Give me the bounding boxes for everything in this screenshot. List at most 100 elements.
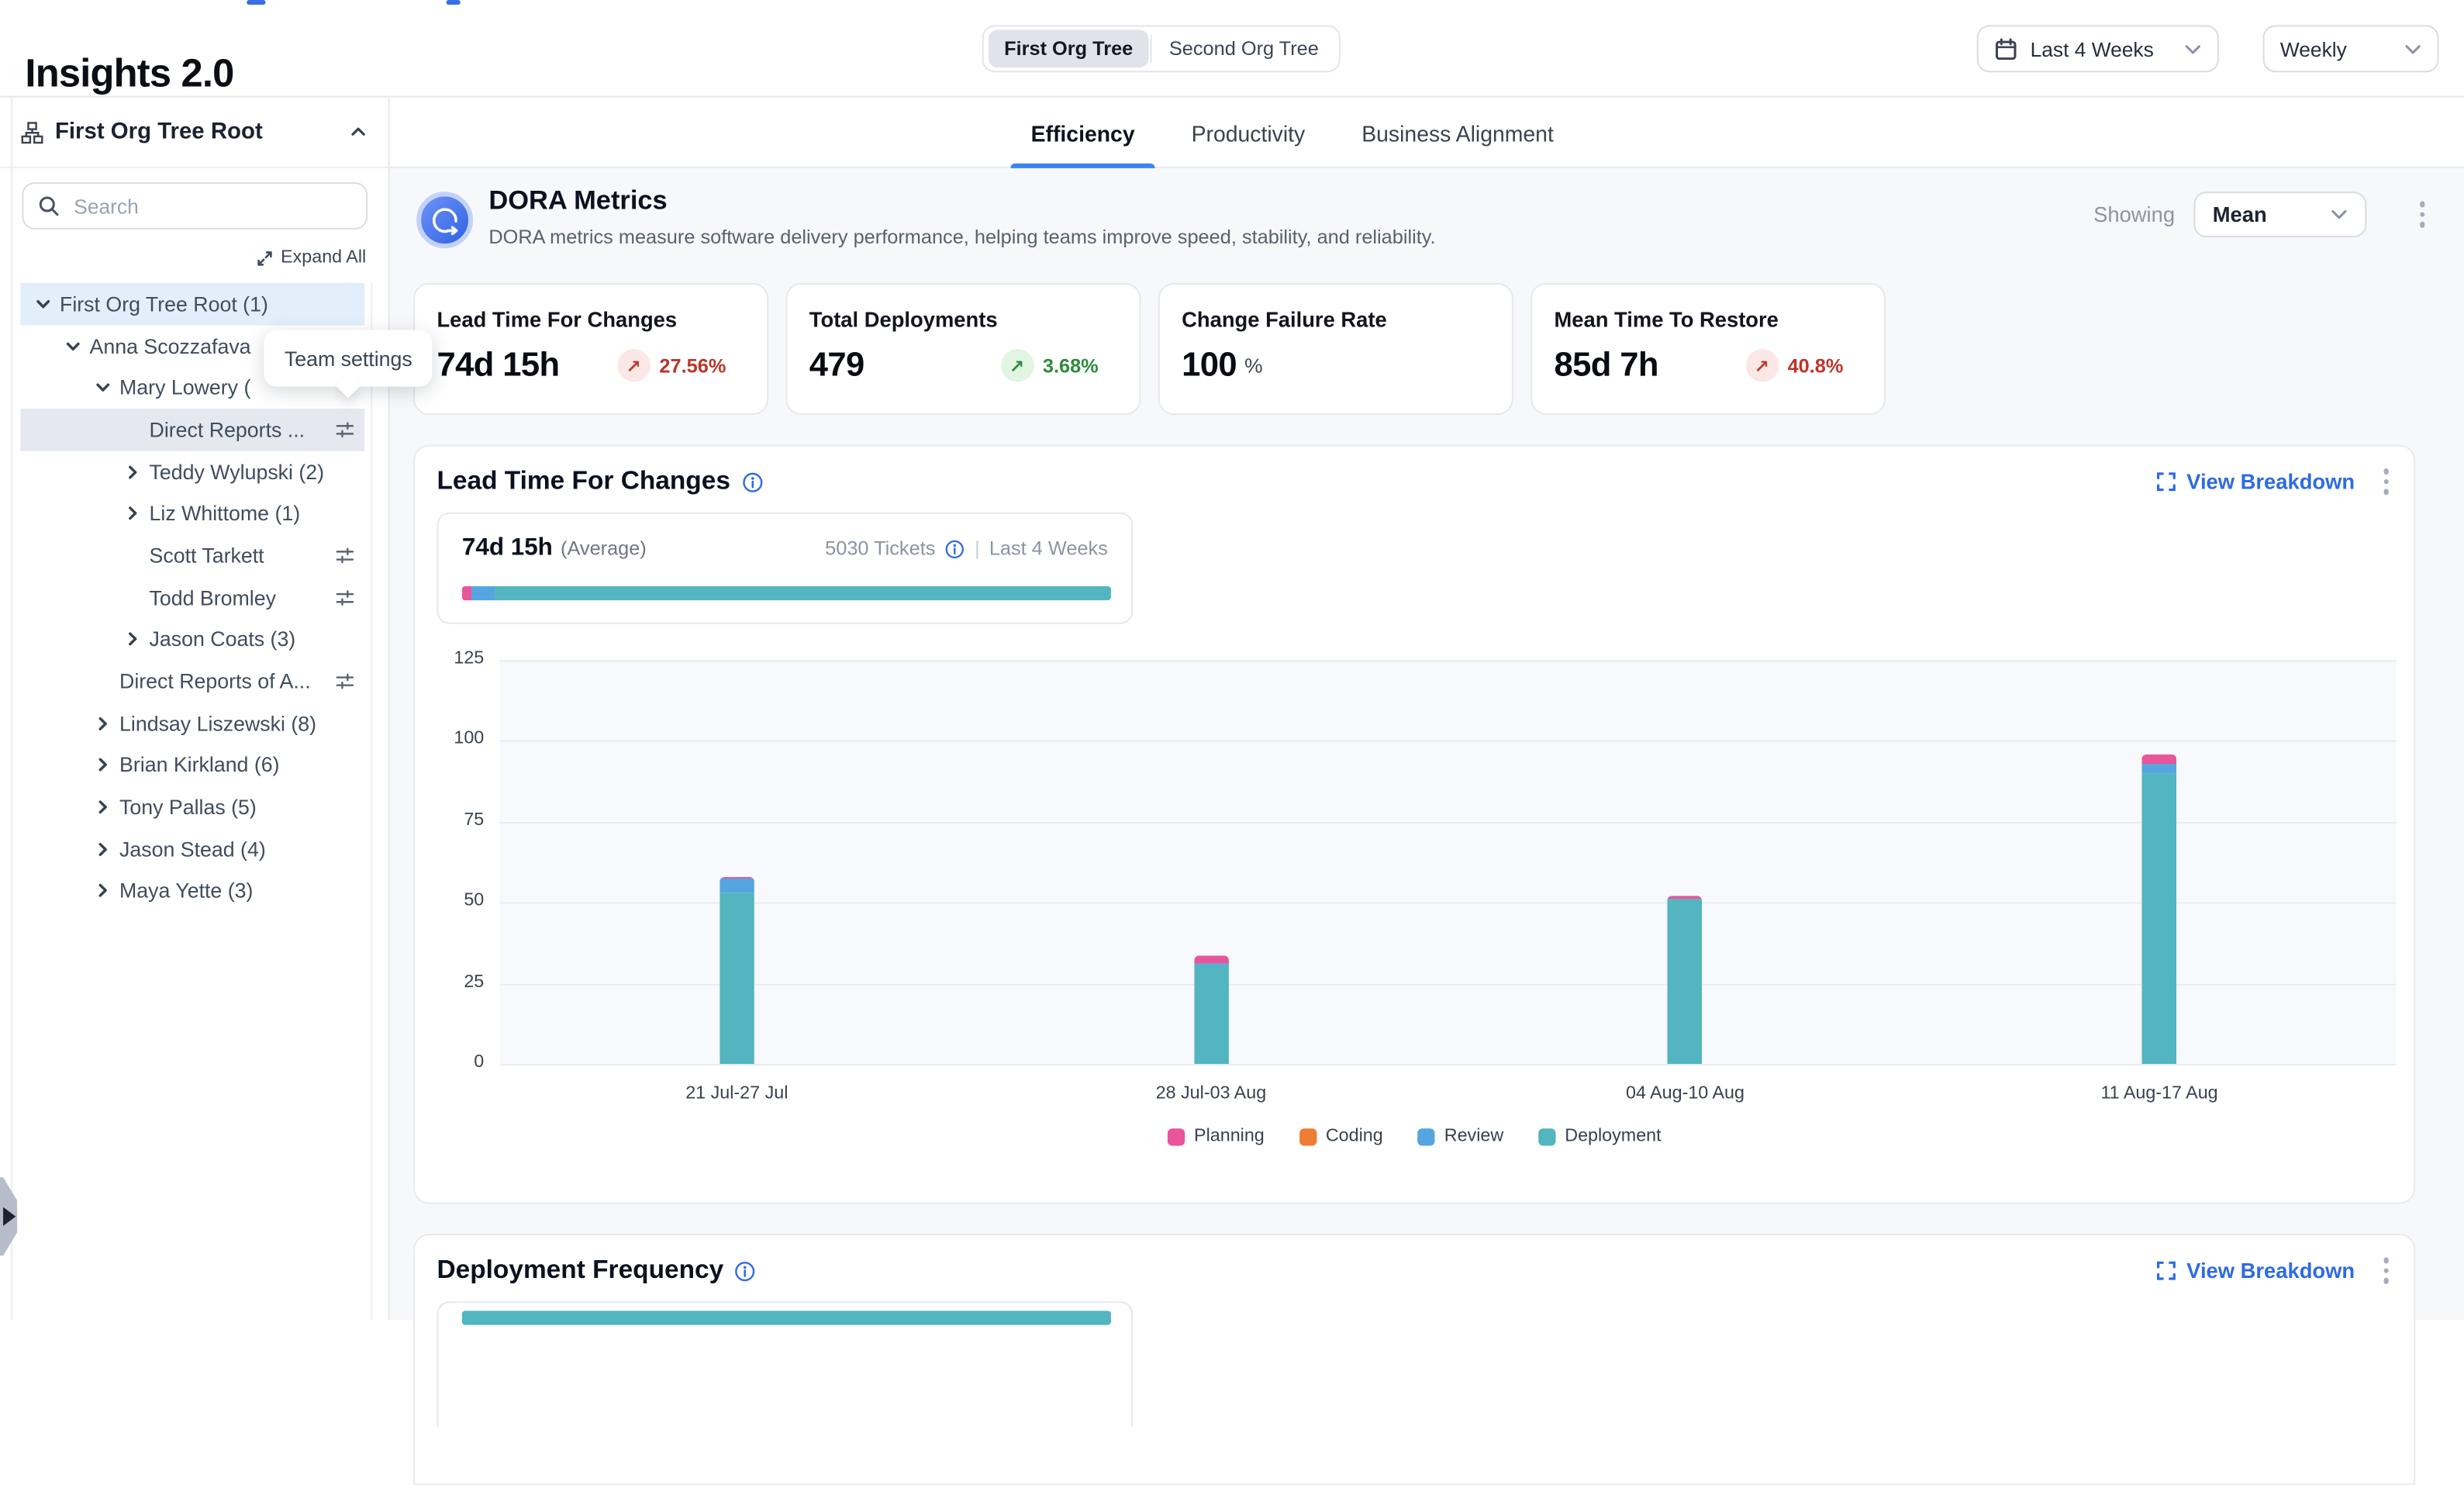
tab-business-alignment[interactable]: Business Alignment: [1341, 98, 1574, 168]
org-hierarchy-icon: [20, 120, 43, 143]
toggle-divider: [1151, 35, 1152, 63]
legend-swatch: [1168, 1128, 1185, 1145]
team-settings-icon[interactable]: [335, 545, 355, 565]
bar-segment-planning: [2142, 755, 2177, 764]
dora-title: DORA Metrics: [488, 185, 667, 217]
chevron-up-icon[interactable]: [349, 123, 368, 141]
legend-item-coding[interactable]: Coding: [1299, 1127, 1382, 1145]
chevron-right-icon[interactable]: [95, 841, 112, 858]
gridline: [500, 660, 2397, 661]
expand-icon: [256, 249, 273, 266]
trend-delta: 27.56%: [659, 354, 726, 376]
tree-item-scott-tarkett[interactable]: Scott Tarkett: [20, 534, 364, 576]
legend-item-deployment[interactable]: Deployment: [1538, 1127, 1662, 1145]
y-axis-label: 75: [415, 810, 484, 829]
gridline: [500, 1064, 2397, 1065]
tree-item-todd-bromley[interactable]: Todd Bromley: [20, 576, 364, 618]
info-icon[interactable]: [945, 538, 965, 558]
view-breakdown-label: View Breakdown: [2186, 470, 2355, 493]
metric-card-mean-time-to-restore: Mean Time To Restore85d 7h↗40.8%: [1531, 283, 1886, 415]
chevron-right-icon[interactable]: [124, 463, 141, 480]
sidebar-scrollbar[interactable]: [371, 283, 372, 1321]
average-stacked-bar: [462, 1311, 1111, 1324]
view-breakdown-link[interactable]: View Breakdown: [2157, 1259, 2355, 1282]
metric-cards: Lead Time For Changes74d 15h↗27.56%Total…: [413, 283, 1886, 415]
expand-all-button[interactable]: Expand All: [256, 248, 367, 267]
cutoff-link-fragment: [447, 0, 461, 4]
avg-bar-segment-review: [471, 586, 495, 600]
tree-item-label: Scott Tarkett: [150, 544, 329, 567]
legend-item-planning[interactable]: Planning: [1168, 1127, 1265, 1145]
trend-delta: 3.68%: [1043, 354, 1099, 376]
metric-card-title: Mean Time To Restore: [1554, 308, 1862, 331]
tree-item-lindsay-liszewski-8[interactable]: Lindsay Liszewski (8): [20, 703, 364, 744]
dora-cycle-icon: [416, 192, 473, 248]
tree-item-brian-kirkland-6[interactable]: Brian Kirkland (6): [20, 744, 364, 786]
view-breakdown-link[interactable]: View Breakdown: [2157, 470, 2355, 493]
legend-label: Deployment: [1565, 1127, 1661, 1145]
metric-card-change-failure-rate: Change Failure Rate100%: [1158, 283, 1513, 415]
y-axis-label: 125: [415, 649, 484, 668]
average-summary-card: [437, 1301, 1133, 1427]
metric-card-value: 85d 7h: [1554, 346, 1658, 385]
info-icon[interactable]: [741, 471, 763, 492]
tab-productivity[interactable]: Productivity: [1171, 98, 1325, 168]
x-axis-label: 28 Jul-03 Aug: [1085, 1084, 1337, 1103]
chevron-down-icon[interactable]: [95, 379, 112, 396]
metric-card-unit: %: [1244, 354, 1262, 377]
chevron-right-icon[interactable]: [95, 715, 112, 732]
average-stacked-bar: [462, 586, 1111, 600]
sidebar-search[interactable]: [22, 182, 368, 230]
legend-item-review[interactable]: Review: [1417, 1127, 1503, 1145]
avg-bar-segment-planning: [462, 586, 471, 600]
kebab-menu-icon[interactable]: [2383, 468, 2389, 494]
info-icon[interactable]: [734, 1259, 756, 1281]
showing-mean-select[interactable]: Mean: [2193, 192, 2366, 237]
chart-legend: Planning Coding Review Deployment: [415, 1127, 2414, 1145]
bar-04-aug-10-aug: [1668, 896, 1703, 1064]
chevron-right-icon[interactable]: [95, 882, 112, 900]
dora-description: DORA metrics measure software delivery p…: [488, 226, 1435, 248]
bar-segment-planning: [1194, 955, 1229, 963]
tree-item-liz-whittome-1[interactable]: Liz Whittome (1): [20, 492, 364, 534]
tree-item-first-org-tree-root-1[interactable]: First Org Tree Root (1): [20, 283, 364, 325]
toggle-first-org-tree[interactable]: First Org Tree: [989, 30, 1149, 68]
tree-item-direct-reports[interactable]: Direct Reports ...: [20, 409, 364, 451]
deployment-frequency-panel: Deployment Frequency View Breakdown: [413, 1234, 2415, 1485]
showing-mean-value: Mean: [2213, 202, 2267, 226]
granularity-select[interactable]: Weekly: [2263, 25, 2439, 72]
date-range-select[interactable]: Last 4 Weeks: [1977, 25, 2219, 72]
top-header: Insights 2.0 First Org Tree Second Org T…: [0, 0, 2464, 98]
insights-dashboard: Insights 2.0 First Org Tree Second Org T…: [0, 0, 2464, 1321]
average-value: 74d 15h: [462, 534, 553, 562]
tree-item-direct-reports-of-a[interactable]: Direct Reports of A...: [20, 661, 364, 703]
chevron-right-icon[interactable]: [95, 757, 112, 774]
tree-item-label: Todd Bromley: [150, 585, 329, 609]
chevron-right-icon[interactable]: [124, 630, 141, 648]
gridline: [500, 903, 2397, 904]
range-label: Last 4 Weeks: [989, 537, 1108, 559]
toggle-second-org-tree[interactable]: Second Org Tree: [1154, 30, 1334, 68]
team-settings-icon[interactable]: [335, 672, 355, 692]
tree-item-maya-yette-3[interactable]: Maya Yette (3): [20, 870, 364, 912]
tab-efficiency[interactable]: Efficiency: [1010, 98, 1155, 168]
sidebar-root-label: First Org Tree Root: [55, 119, 263, 144]
kebab-menu-icon[interactable]: [2383, 1258, 2389, 1283]
chevron-right-icon[interactable]: [95, 799, 112, 816]
tree-item-teddy-wylupski-2[interactable]: Teddy Wylupski (2): [20, 451, 364, 492]
x-axis-label: 21 Jul-27 Jul: [611, 1084, 862, 1103]
showing-label: Showing: [2093, 202, 2175, 226]
tree-item-label: Direct Reports of A...: [119, 669, 329, 692]
chevron-right-icon[interactable]: [124, 505, 141, 522]
chevron-down-icon[interactable]: [35, 295, 52, 313]
tree-item-jason-stead-4[interactable]: Jason Stead (4): [20, 828, 364, 870]
team-settings-icon[interactable]: [335, 420, 355, 440]
tree-item-tony-pallas-5[interactable]: Tony Pallas (5): [20, 786, 364, 828]
search-input[interactable]: [71, 192, 352, 219]
tree-item-jason-coats-3[interactable]: Jason Coats (3): [20, 619, 364, 661]
chevron-down-icon[interactable]: [64, 337, 81, 354]
metric-card-lead-time-for-changes: Lead Time For Changes74d 15h↗27.56%: [413, 283, 768, 415]
legend-swatch: [1417, 1128, 1434, 1145]
kebab-menu-icon[interactable]: [2419, 201, 2424, 226]
team-settings-icon[interactable]: [335, 587, 355, 607]
